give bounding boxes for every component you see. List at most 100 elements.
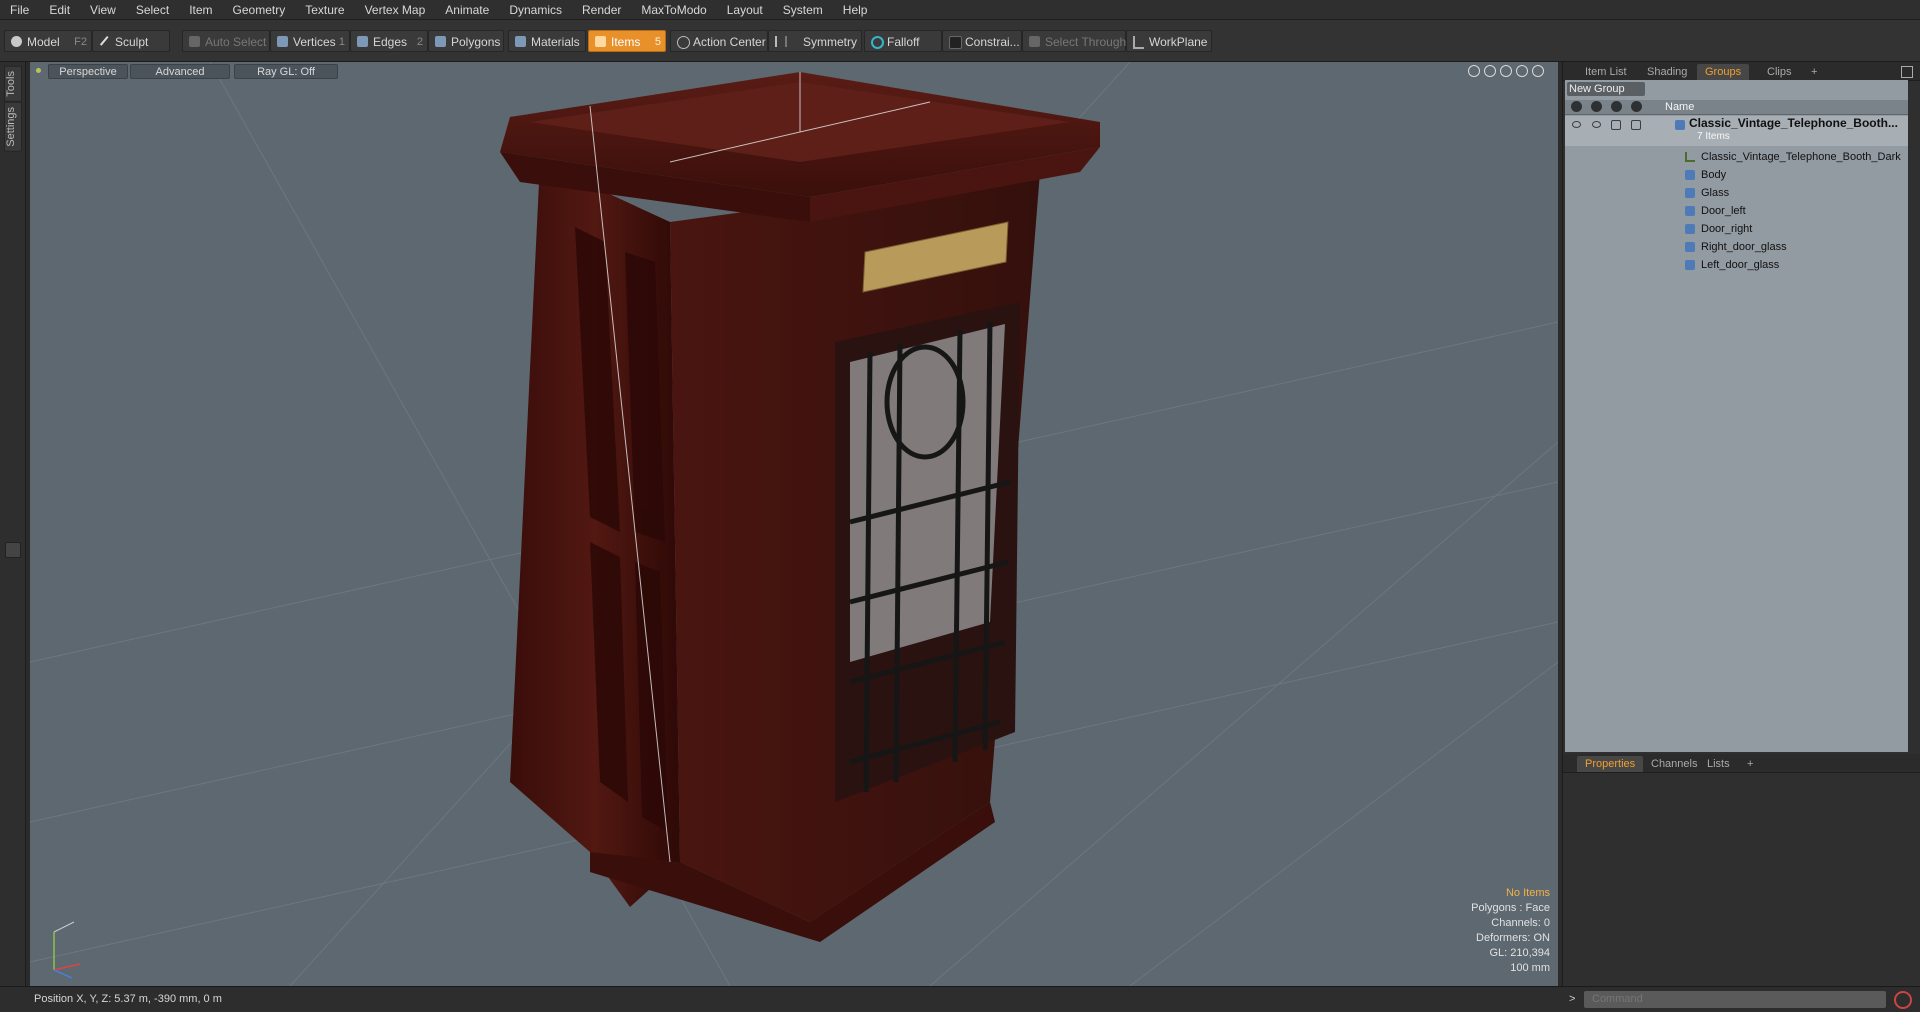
menu-view[interactable]: View bbox=[80, 0, 126, 20]
left-tool-strip: Tools Settings bbox=[0, 62, 26, 986]
tab-add[interactable]: + bbox=[1739, 756, 1761, 772]
list-item[interactable]: Glass bbox=[1565, 184, 1908, 202]
zoom-icon[interactable] bbox=[1500, 65, 1512, 77]
render-toggle-icon[interactable] bbox=[1592, 121, 1601, 128]
menu-help[interactable]: Help bbox=[833, 0, 878, 20]
select-checkbox[interactable] bbox=[1631, 120, 1641, 130]
vertices-shortcut: 1 bbox=[338, 36, 345, 48]
tab-properties[interactable]: Properties bbox=[1577, 756, 1644, 772]
record-icon[interactable] bbox=[1894, 991, 1912, 1009]
view-mode-button[interactable]: Perspective bbox=[48, 64, 128, 79]
menu-edit[interactable]: Edit bbox=[39, 0, 80, 20]
edge-icon bbox=[357, 36, 368, 47]
readout-polygons: Polygons : Face bbox=[1471, 902, 1550, 914]
auto-select-button[interactable]: Auto Select bbox=[182, 30, 270, 52]
list-item-label: Door_right bbox=[1701, 223, 1753, 235]
action-center-label: Action Center bbox=[693, 35, 766, 49]
new-group-button[interactable]: New Group bbox=[1567, 82, 1645, 96]
group-item-count: 7 Items bbox=[1697, 131, 1730, 142]
list-item[interactable]: Door_left bbox=[1565, 202, 1908, 220]
viewport-info-readout: No Items Polygons : Face Channels: 0 Def… bbox=[1471, 886, 1550, 976]
tab-groups[interactable]: Groups bbox=[1697, 64, 1750, 80]
menu-dynamics[interactable]: Dynamics bbox=[499, 0, 572, 20]
constraints-button[interactable]: Constrai... bbox=[942, 30, 1022, 52]
constraint-checkbox-icon bbox=[949, 36, 962, 49]
select-through-icon bbox=[1029, 36, 1040, 47]
raygl-button[interactable]: Ray GL: Off bbox=[234, 64, 338, 79]
name-column-label: Name bbox=[1665, 101, 1695, 113]
expand-icon[interactable] bbox=[1901, 66, 1913, 78]
toolbar: Model F2 Sculpt Auto Select Vertices 1 E… bbox=[0, 20, 1920, 62]
menu-texture[interactable]: Texture bbox=[295, 0, 354, 20]
menu-item[interactable]: Item bbox=[179, 0, 222, 20]
lock-checkbox[interactable] bbox=[1611, 120, 1621, 130]
list-item-label: Body bbox=[1701, 169, 1727, 181]
model-button[interactable]: Model F2 bbox=[4, 30, 92, 52]
tab-shading[interactable]: Shading bbox=[1639, 64, 1695, 80]
polygons-button[interactable]: Polygons bbox=[428, 30, 504, 52]
menu-select[interactable]: Select bbox=[126, 0, 179, 20]
tab-settings[interactable]: Settings bbox=[4, 102, 22, 152]
list-item-label: Left_door_glass bbox=[1701, 259, 1780, 271]
group-icon bbox=[1675, 120, 1685, 130]
3d-viewport[interactable]: Perspective Advanced Ray GL: Off No Item… bbox=[30, 62, 1558, 986]
menu-file[interactable]: File bbox=[0, 0, 39, 20]
brush-icon bbox=[99, 36, 111, 47]
pan-icon[interactable] bbox=[1468, 65, 1480, 77]
crosshair-icon bbox=[677, 36, 690, 49]
tab-clips[interactable]: Clips bbox=[1759, 64, 1799, 80]
list-item[interactable]: Door_right bbox=[1565, 220, 1908, 238]
falloff-button[interactable]: Falloff bbox=[864, 30, 942, 52]
top-panel-tabs: Item List Shading Groups Clips + bbox=[1563, 62, 1920, 81]
gear-icon[interactable] bbox=[1532, 65, 1544, 77]
menu-geometry[interactable]: Geometry bbox=[223, 0, 296, 20]
menu-layout[interactable]: Layout bbox=[717, 0, 773, 20]
menu-vertex-map[interactable]: Vertex Map bbox=[355, 0, 436, 20]
sculpt-button[interactable]: Sculpt bbox=[92, 30, 170, 52]
menu-system[interactable]: System bbox=[773, 0, 833, 20]
list-item[interactable]: Classic_Vintage_Telephone_Booth_Dark bbox=[1565, 148, 1908, 166]
materials-button[interactable]: Materials bbox=[508, 30, 586, 52]
edges-label: Edges bbox=[373, 35, 408, 49]
shading-mode-button[interactable]: Advanced bbox=[130, 64, 230, 79]
vertex-icon bbox=[277, 36, 288, 47]
tab-item-list[interactable]: Item List bbox=[1577, 64, 1635, 80]
tab-lists[interactable]: Lists bbox=[1699, 756, 1738, 772]
tab-channels[interactable]: Channels bbox=[1643, 756, 1705, 772]
action-center-button[interactable]: Action Center bbox=[670, 30, 768, 52]
menu-bar: File Edit View Select Item Geometry Text… bbox=[0, 0, 1920, 20]
edges-shortcut: 2 bbox=[416, 36, 423, 48]
list-item[interactable]: Body bbox=[1565, 166, 1908, 184]
tab-tools[interactable]: Tools bbox=[4, 66, 22, 102]
bottom-panel-tabs: Properties Channels Lists + bbox=[1563, 754, 1920, 773]
readout-gl: GL: 210,394 bbox=[1489, 947, 1550, 959]
fit-icon[interactable] bbox=[1516, 65, 1528, 77]
rotate-icon[interactable] bbox=[1484, 65, 1496, 77]
menu-render[interactable]: Render bbox=[572, 0, 631, 20]
workplane-button[interactable]: WorkPlane bbox=[1126, 30, 1212, 52]
list-item[interactable]: Right_door_glass bbox=[1565, 238, 1908, 256]
viewport-menu-icon[interactable] bbox=[36, 68, 41, 73]
list-item[interactable]: Left_door_glass bbox=[1565, 256, 1908, 274]
items-shortcut: 5 bbox=[654, 36, 661, 48]
eye-icon[interactable] bbox=[1572, 121, 1581, 128]
edges-button[interactable]: Edges 2 bbox=[350, 30, 428, 52]
select-through-button[interactable]: Select Through bbox=[1022, 30, 1126, 52]
axis-gizmo bbox=[53, 921, 81, 979]
viewport-header: Perspective Advanced Ray GL: Off bbox=[30, 62, 1558, 82]
visibility-col-icon bbox=[1571, 101, 1582, 112]
items-button[interactable]: Items 5 bbox=[588, 30, 666, 52]
list-item-label: Glass bbox=[1701, 187, 1730, 199]
vertices-button[interactable]: Vertices 1 bbox=[270, 30, 350, 52]
items-label: Items bbox=[611, 35, 641, 49]
lock-col-icon bbox=[1611, 101, 1622, 112]
sculpt-label: Sculpt bbox=[115, 35, 149, 49]
tab-add[interactable]: + bbox=[1803, 64, 1825, 80]
panel-toggle-icon[interactable] bbox=[5, 542, 21, 558]
command-input[interactable] bbox=[1584, 991, 1886, 1008]
symmetry-button[interactable]: Symmetry bbox=[768, 30, 862, 52]
menu-maxtomodo[interactable]: MaxToModo bbox=[631, 0, 716, 20]
position-readout: Position X, Y, Z: 5.37 m, -390 mm, 0 m bbox=[34, 993, 222, 1005]
group-row[interactable]: Classic_Vintage_Telephone_Booth... 7 Ite… bbox=[1565, 116, 1908, 146]
menu-animate[interactable]: Animate bbox=[435, 0, 499, 20]
